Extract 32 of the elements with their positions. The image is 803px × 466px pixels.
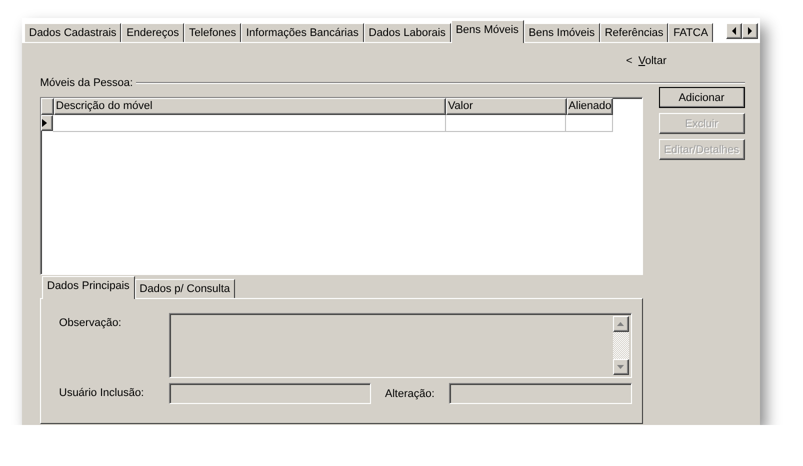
up-arrow-icon <box>617 322 624 326</box>
scroll-up-button[interactable] <box>612 316 629 332</box>
column-header: Valor <box>446 98 567 115</box>
table-cell <box>566 115 613 132</box>
tab[interactable]: Informações Bancárias <box>241 23 364 42</box>
observation-field[interactable] <box>169 313 632 378</box>
current-row-icon <box>42 119 47 127</box>
tab[interactable]: Endereços <box>121 23 184 42</box>
right-arrow-icon <box>748 27 752 35</box>
tab[interactable]: Dados Cadastrais <box>24 23 122 42</box>
field-label: Usuário Inclusão: <box>59 386 145 401</box>
tab[interactable]: Dados Laborais <box>364 23 451 42</box>
back-arrow: < <box>626 55 632 67</box>
back-link[interactable]: Voltar <box>638 55 667 67</box>
group-title: Móveis da Pessoa: <box>40 77 133 89</box>
left-arrow-icon <box>732 27 736 35</box>
tab[interactable]: Bens Imóveis <box>524 23 600 42</box>
action-button[interactable]: Adicionar <box>658 87 745 108</box>
scroll-left-button[interactable] <box>726 23 742 39</box>
tab[interactable]: Dados Principais <box>42 276 135 299</box>
down-arrow-icon <box>617 365 624 369</box>
scroll-down-button[interactable] <box>612 359 629 375</box>
tab[interactable]: Telefones <box>184 23 242 42</box>
scroll-right-button[interactable] <box>742 23 758 39</box>
tab[interactable]: Bens Móveis <box>450 20 524 43</box>
field-label: Alteração: <box>385 388 435 400</box>
column-header: Descrição do móvel <box>54 98 446 115</box>
tab[interactable]: FATCA <box>668 23 714 42</box>
tab[interactable]: Referências <box>600 23 668 42</box>
tab[interactable]: Dados p/ Consulta <box>134 279 236 298</box>
field-label: Observação: <box>59 316 122 331</box>
column-header: Alienado <box>566 98 613 115</box>
